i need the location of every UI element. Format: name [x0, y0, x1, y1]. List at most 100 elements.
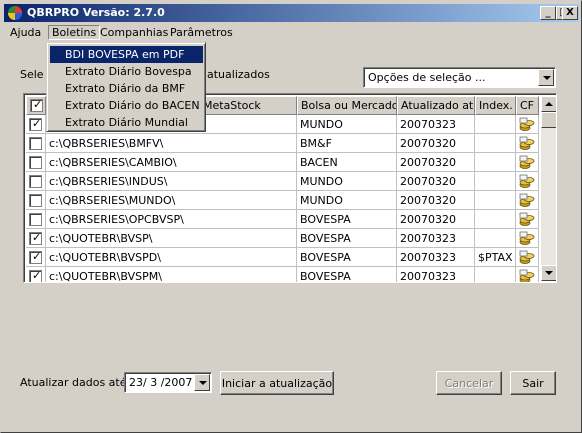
- menu-boletins[interactable]: Boletins: [48, 25, 101, 40]
- row-select-cell[interactable]: ✓: [26, 248, 46, 267]
- coins-icon[interactable]: [519, 136, 535, 151]
- header-updated[interactable]: Atualizado até: [397, 96, 475, 115]
- coins-icon[interactable]: [519, 212, 535, 227]
- date-dropdown-button[interactable]: [194, 374, 210, 391]
- cell-updated[interactable]: 20070323: [397, 267, 475, 282]
- menu-item-bdi-bovespa-pdf[interactable]: BDI BOVESPA em PDF: [50, 46, 203, 63]
- cell-updated[interactable]: 20070323: [397, 229, 475, 248]
- cell-updated[interactable]: 20070323: [397, 115, 475, 134]
- menu-ajuda[interactable]: Ajuda: [6, 25, 45, 40]
- row-checkbox[interactable]: [29, 137, 42, 150]
- cell-market[interactable]: BOVESPA: [297, 248, 397, 267]
- minimize-button[interactable]: _: [540, 6, 556, 20]
- table-row[interactable]: ✓ c:\QUOTEBR\BVSP\ BOVESPA 20070323: [26, 229, 539, 248]
- row-select-cell[interactable]: [26, 172, 46, 191]
- cell-updated[interactable]: 20070320: [397, 191, 475, 210]
- coins-icon[interactable]: [519, 250, 535, 265]
- cell-market[interactable]: MUNDO: [297, 115, 397, 134]
- cell-market[interactable]: MUNDO: [297, 172, 397, 191]
- cell-path[interactable]: c:\QUOTEBR\BVSPM\: [46, 267, 297, 282]
- row-select-cell[interactable]: [26, 134, 46, 153]
- cell-path[interactable]: c:\QUOTEBR\BVSP\: [46, 229, 297, 248]
- cell-path[interactable]: c:\QUOTEBR\BVSPD\: [46, 248, 297, 267]
- row-select-cell[interactable]: ✓: [26, 115, 46, 134]
- cell-cf[interactable]: [516, 248, 539, 267]
- table-row[interactable]: c:\QBRSERIES\OPCBVSP\ BOVESPA 20070320: [26, 210, 539, 229]
- row-checkbox[interactable]: [29, 213, 42, 226]
- menu-item-extrato-mundial[interactable]: Extrato Diário Mundial: [50, 114, 203, 131]
- coins-icon[interactable]: [519, 193, 535, 208]
- dropdown-arrow-button[interactable]: [538, 69, 554, 86]
- cell-index[interactable]: [475, 115, 516, 134]
- cell-market[interactable]: BM&F: [297, 134, 397, 153]
- row-checkbox[interactable]: [29, 194, 42, 207]
- cell-index[interactable]: [475, 153, 516, 172]
- cell-index[interactable]: [475, 172, 516, 191]
- update-date-picker[interactable]: 23/ 3 /2007: [124, 372, 212, 393]
- menu-item-extrato-bovespa[interactable]: Extrato Diário Bovespa: [50, 63, 203, 80]
- scroll-thumb[interactable]: [541, 112, 556, 128]
- cell-market[interactable]: MUNDO: [297, 191, 397, 210]
- header-market[interactable]: Bolsa ou Mercado: [297, 96, 397, 115]
- cell-index[interactable]: [475, 210, 516, 229]
- menu-parametros[interactable]: Parâmetros: [166, 25, 237, 40]
- app-globe-icon[interactable]: [7, 5, 23, 21]
- table-row[interactable]: c:\QBRSERIES\CAMBIO\ BACEN 20070320: [26, 153, 539, 172]
- grid-vertical-scrollbar[interactable]: [541, 96, 556, 281]
- row-select-cell[interactable]: [26, 210, 46, 229]
- row-checkbox[interactable]: [29, 156, 42, 169]
- cell-cf[interactable]: [516, 229, 539, 248]
- table-row[interactable]: ✓ c:\QUOTEBR\BVSPD\ BOVESPA 20070323 $PTAX: [26, 248, 539, 267]
- table-row[interactable]: c:\QBRSERIES\BMFV\ BM&F 20070320: [26, 134, 539, 153]
- cell-cf[interactable]: [516, 267, 539, 282]
- cell-path[interactable]: c:\QBRSERIES\BMFV\: [46, 134, 297, 153]
- cell-market[interactable]: BOVESPA: [297, 267, 397, 282]
- menu-item-extrato-bacen[interactable]: Extrato Diário do BACEN: [50, 97, 203, 114]
- cell-cf[interactable]: [516, 115, 539, 134]
- scroll-down-button[interactable]: [541, 265, 556, 281]
- row-checkbox[interactable]: ✓: [29, 231, 42, 245]
- row-select-cell[interactable]: ✓: [26, 229, 46, 248]
- row-checkbox[interactable]: ✓: [29, 117, 42, 131]
- start-update-button[interactable]: Iniciar a atualização: [220, 371, 334, 395]
- cell-path[interactable]: c:\QBRSERIES\OPCBVSP\: [46, 210, 297, 229]
- row-checkbox[interactable]: ✓: [29, 269, 42, 282]
- cell-market[interactable]: BACEN: [297, 153, 397, 172]
- cell-cf[interactable]: [516, 172, 539, 191]
- menu-companhias[interactable]: Companhias: [96, 25, 172, 40]
- cell-market[interactable]: BOVESPA: [297, 210, 397, 229]
- coins-icon[interactable]: [519, 155, 535, 170]
- row-checkbox[interactable]: ✓: [29, 250, 42, 264]
- cell-index[interactable]: [475, 134, 516, 153]
- selection-options-select[interactable]: Opções de seleção ...: [363, 67, 556, 88]
- cell-cf[interactable]: [516, 210, 539, 229]
- cell-index[interactable]: $PTAX: [475, 248, 516, 267]
- coins-icon[interactable]: [519, 117, 535, 132]
- row-checkbox[interactable]: [29, 175, 42, 188]
- row-select-cell[interactable]: [26, 191, 46, 210]
- header-index[interactable]: Index.: [475, 96, 516, 115]
- cell-market[interactable]: BOVESPA: [297, 229, 397, 248]
- cell-index[interactable]: [475, 267, 516, 282]
- table-row[interactable]: c:\QBRSERIES\INDUS\ MUNDO 20070320: [26, 172, 539, 191]
- menu-item-extrato-bmf[interactable]: Extrato Diário da BMF: [50, 80, 203, 97]
- header-cf[interactable]: CF: [516, 96, 539, 115]
- cell-path[interactable]: c:\QBRSERIES\INDUS\: [46, 172, 297, 191]
- coins-icon[interactable]: [519, 174, 535, 189]
- cell-updated[interactable]: 20070320: [397, 210, 475, 229]
- cell-cf[interactable]: [516, 191, 539, 210]
- row-select-cell[interactable]: ✓: [26, 267, 46, 282]
- close-button[interactable]: X: [562, 6, 578, 20]
- cell-index[interactable]: [475, 229, 516, 248]
- cell-path[interactable]: c:\QBRSERIES\CAMBIO\: [46, 153, 297, 172]
- cell-updated[interactable]: 20070320: [397, 172, 475, 191]
- table-row[interactable]: ✓ c:\QUOTEBR\BVSPM\ BOVESPA 20070323: [26, 267, 539, 282]
- scroll-up-button[interactable]: [541, 96, 556, 112]
- select-all-checkbox[interactable]: ✓: [30, 98, 43, 112]
- cell-updated[interactable]: 20070323: [397, 248, 475, 267]
- cancel-button[interactable]: Cancelar: [436, 371, 502, 395]
- cell-index[interactable]: [475, 191, 516, 210]
- coins-icon[interactable]: [519, 231, 535, 246]
- title-bar[interactable]: QBRPRO Versão: 2.7.0 _ □ X: [4, 4, 579, 22]
- exit-button[interactable]: Sair: [510, 371, 556, 395]
